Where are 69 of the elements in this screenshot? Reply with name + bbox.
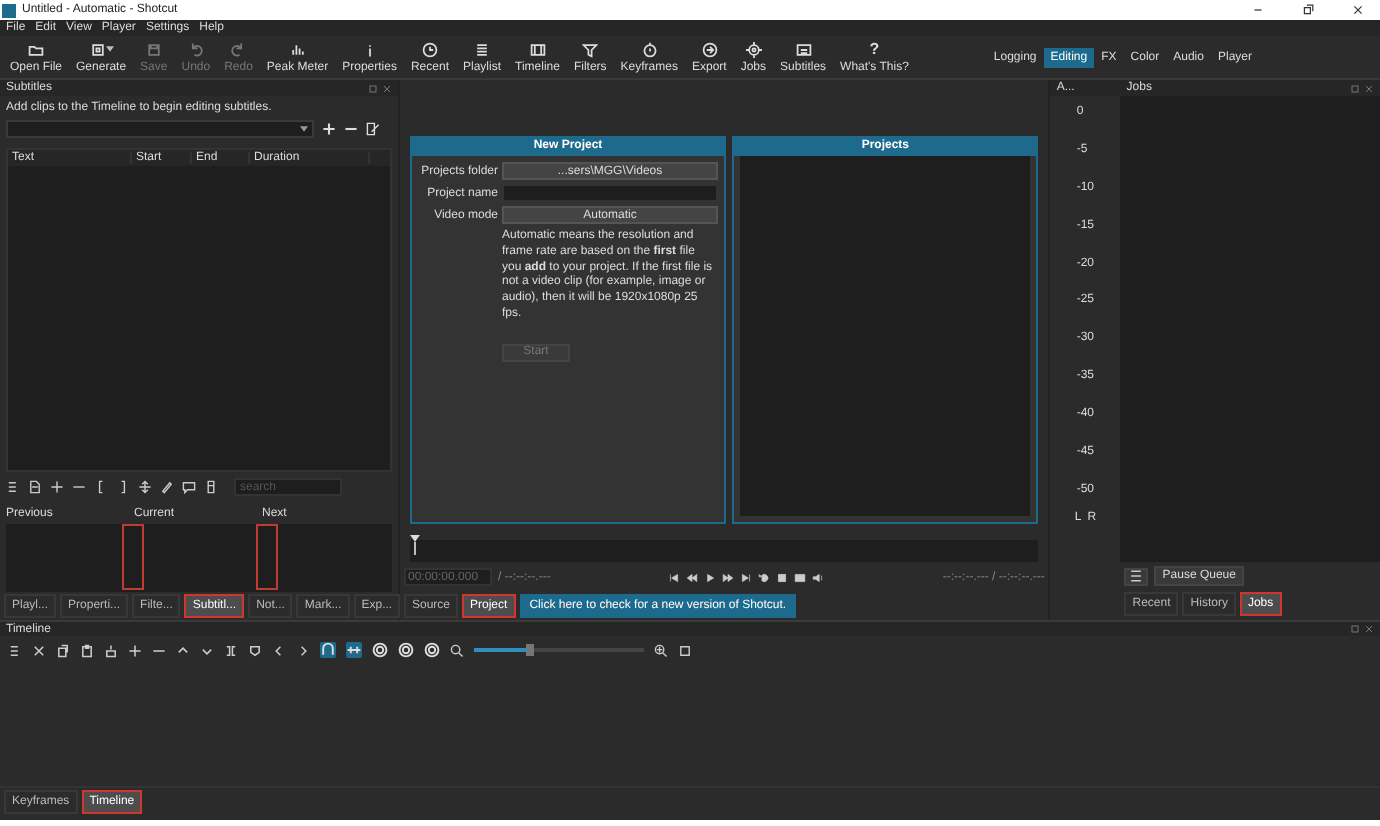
target-icon — [398, 642, 414, 658]
fit-icon[interactable] — [678, 643, 692, 657]
edit-icon[interactable] — [366, 122, 380, 136]
caption-icon — [795, 41, 812, 57]
film-icon — [529, 41, 546, 57]
float-icon[interactable] — [368, 83, 378, 93]
toggle-button[interactable] — [398, 642, 414, 658]
ripple-icon — [346, 642, 362, 658]
undo-icon — [187, 41, 204, 57]
move-icon[interactable] — [138, 480, 152, 494]
pen-icon[interactable] — [160, 480, 174, 494]
float-icon[interactable] — [1350, 624, 1360, 634]
chevron-right-icon[interactable] — [296, 643, 310, 657]
scissors-icon[interactable] — [32, 643, 46, 657]
chevron-down-icon[interactable] — [200, 643, 214, 657]
menu-icon — [1128, 568, 1145, 584]
menu-icon[interactable] — [6, 480, 20, 494]
folder-icon — [28, 41, 44, 57]
fit-icon[interactable] — [776, 571, 789, 583]
export-icon — [701, 41, 718, 57]
skip-end-icon[interactable] — [740, 571, 753, 583]
playhead-icon — [410, 534, 420, 557]
restore-icon[interactable] — [1302, 4, 1314, 16]
menu-button[interactable] — [1124, 567, 1149, 585]
caret-icon — [300, 126, 308, 132]
toggle-button[interactable] — [424, 642, 440, 658]
track-dropdown[interactable] — [6, 120, 314, 138]
clock-icon — [421, 41, 438, 57]
skip-start-icon[interactable] — [668, 571, 681, 583]
chevron-up-icon[interactable] — [176, 643, 190, 657]
fast-forward-icon[interactable] — [722, 571, 735, 583]
plus-icon[interactable] — [50, 480, 64, 494]
marker-icon[interactable] — [248, 643, 262, 657]
speech-icon[interactable] — [182, 480, 196, 494]
bracket-left-icon[interactable] — [94, 480, 108, 494]
redo-icon — [230, 41, 247, 57]
plus-icon[interactable] — [322, 122, 336, 136]
rewind-icon[interactable] — [686, 571, 699, 583]
toggle-button[interactable] — [346, 642, 362, 658]
chevron-left-icon[interactable] — [272, 643, 286, 657]
target-icon — [424, 642, 440, 658]
list-icon — [473, 41, 490, 57]
toggle-button[interactable] — [372, 642, 388, 658]
toggle-button[interactable] — [320, 642, 336, 658]
magnet-icon — [320, 642, 336, 658]
play-icon[interactable] — [704, 571, 717, 583]
app-icon — [2, 3, 16, 17]
import-icon[interactable] — [28, 480, 42, 494]
level-bars-icon — [289, 41, 306, 57]
stopwatch-icon — [641, 41, 658, 57]
minimize-icon[interactable] — [1252, 4, 1264, 16]
split-icon[interactable] — [224, 643, 238, 657]
zoom-in-icon[interactable] — [654, 643, 668, 657]
box-icon — [89, 41, 106, 57]
minus-icon[interactable] — [344, 122, 358, 136]
zoom-out-icon[interactable] — [450, 643, 464, 657]
plus-icon[interactable] — [128, 643, 142, 657]
bracket-right-icon[interactable] — [116, 480, 130, 494]
filter-icon — [582, 41, 599, 57]
lift-icon[interactable] — [104, 643, 118, 657]
menu-icon[interactable] — [8, 643, 22, 657]
close-icon[interactable] — [1352, 4, 1364, 16]
copy-icon[interactable] — [56, 643, 70, 657]
volume-icon[interactable] — [812, 571, 825, 583]
minus-icon[interactable] — [72, 480, 86, 494]
float-icon[interactable] — [1350, 83, 1360, 93]
clip-icon[interactable] — [204, 480, 218, 494]
paste-icon[interactable] — [80, 643, 94, 657]
target-icon — [372, 642, 388, 658]
